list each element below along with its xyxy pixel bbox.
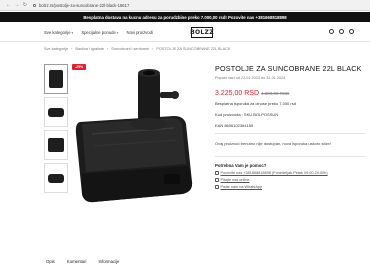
nav-new-products[interactable]: Novi proizvodi bbox=[127, 30, 153, 35]
product-code: Kod proizvoda : SKU BOLPOSSUN bbox=[215, 112, 279, 117]
breadcrumb-current: POSTOLJE ZA SUNCOBRANE 22L BLACK bbox=[156, 47, 231, 51]
chat-icon bbox=[215, 178, 219, 182]
sale-badge: -25% bbox=[72, 64, 87, 70]
thumbnail-1[interactable] bbox=[44, 64, 68, 94]
currency: RSD bbox=[244, 90, 260, 97]
divider bbox=[215, 133, 365, 134]
chevron-down-icon: ▾ bbox=[71, 31, 74, 35]
breadcrumb-separator: › bbox=[152, 47, 154, 51]
thumbnail-4[interactable] bbox=[44, 163, 68, 193]
product-tabs: Opis Komentari Informacije bbox=[46, 259, 119, 264]
breadcrumb-item[interactable]: Suncobrani i senforeni bbox=[111, 47, 149, 51]
chevron-down-icon: ▾ bbox=[116, 31, 119, 35]
whatsapp-icon bbox=[215, 185, 219, 189]
nav-label: Specijalne ponude bbox=[81, 30, 116, 35]
promo-text: Besplatna dostava na kucnu adresu za por… bbox=[83, 14, 287, 20]
help-title: Potrebna Vam je pomoc? bbox=[215, 163, 267, 168]
product-ean: EAN 8606102364155 bbox=[215, 123, 254, 128]
tab-comments[interactable]: Komentari bbox=[67, 259, 87, 264]
current-price: 3.225,00 bbox=[215, 90, 243, 97]
thumbnail-2[interactable] bbox=[44, 97, 68, 127]
tab-description[interactable]: Opis bbox=[46, 259, 55, 264]
tab-information[interactable]: Informacije bbox=[98, 259, 119, 264]
breadcrumb-item[interactable]: Sve kategorije bbox=[44, 47, 68, 51]
help-chat-label: Pitajte nas online bbox=[220, 178, 250, 182]
phone-icon bbox=[215, 171, 219, 175]
browser-address-bar: ← → ↻ bolzz.rs/postolje-za-suncobrane-22… bbox=[0, 0, 370, 11]
umbrella-base-image bbox=[75, 69, 193, 203]
free-shipping-note: Besplatna isporuka za iznose preko 7.000… bbox=[215, 101, 296, 106]
header-icons bbox=[329, 29, 354, 34]
product-thumb-image bbox=[49, 70, 63, 88]
help-call-label: Pozovite nas +381668818898 (Ponedeljak-P… bbox=[220, 171, 328, 175]
cart-icon[interactable] bbox=[349, 29, 354, 34]
divider bbox=[215, 156, 365, 157]
breadcrumb-item[interactable]: Bastina i igraliste bbox=[75, 47, 104, 51]
search-icon[interactable] bbox=[329, 29, 334, 34]
availability-notice: Ovaj proizvod trenutno nije dostupan, no… bbox=[215, 141, 331, 146]
main-product-image[interactable] bbox=[72, 64, 207, 222]
thumbnail-3[interactable] bbox=[44, 130, 68, 160]
help-chat[interactable]: Pitajte nas online bbox=[215, 178, 365, 182]
discount-validity: Popust vazi od 22.01.2024 do 31.01.2024 bbox=[215, 76, 286, 80]
breadcrumb-separator: › bbox=[107, 47, 109, 51]
old-price: 4.300,00 RSD bbox=[261, 91, 290, 96]
breadcrumb: Sve kategorije › Bastina i igraliste › S… bbox=[44, 47, 230, 51]
promo-banner: Besplatna dostava na kucnu adresu za por… bbox=[0, 12, 370, 22]
lock-icon bbox=[32, 3, 36, 7]
site-logo[interactable]: BOLZZ bbox=[190, 27, 214, 38]
nav-label: Sve kategorije bbox=[44, 30, 71, 35]
product-title: POSTOLJE ZA SUNCOBRANE 22L BLACK bbox=[215, 64, 362, 73]
user-icon[interactable] bbox=[339, 29, 344, 34]
help-call[interactable]: Pozovite nas +381668818898 (Ponedeljak-P… bbox=[215, 171, 365, 175]
help-whatsapp-label: Pisite nam na WhatsApp bbox=[220, 185, 263, 189]
product-thumb-image bbox=[48, 107, 64, 117]
product-info: POSTOLJE ZA SUNCOBRANE 22L BLACK Popust … bbox=[215, 64, 365, 189]
browser-nav-icons[interactable]: ← → ↻ bbox=[6, 2, 28, 8]
product-thumb-image bbox=[48, 138, 64, 152]
url-text[interactable]: bolzz.rs/postolje-za-suncobrane-22l-blac… bbox=[39, 3, 129, 8]
main-nav: Sve kategorije▾ Specijalne ponude▾ Novi … bbox=[44, 30, 153, 35]
breadcrumb-separator: › bbox=[71, 47, 73, 51]
help-whatsapp[interactable]: Pisite nam na WhatsApp bbox=[215, 185, 365, 189]
price-row: 3.225,00 RSD 4.300,00 RSD bbox=[215, 90, 365, 97]
thumbnail-gallery bbox=[44, 64, 68, 196]
site-header: Sve kategorije▾ Specijalne ponude▾ Novi … bbox=[0, 22, 370, 42]
product-thumb-image bbox=[48, 173, 64, 183]
nav-all-categories[interactable]: Sve kategorije▾ bbox=[44, 30, 73, 35]
nav-special-offers[interactable]: Specijalne ponude▾ bbox=[81, 30, 118, 35]
